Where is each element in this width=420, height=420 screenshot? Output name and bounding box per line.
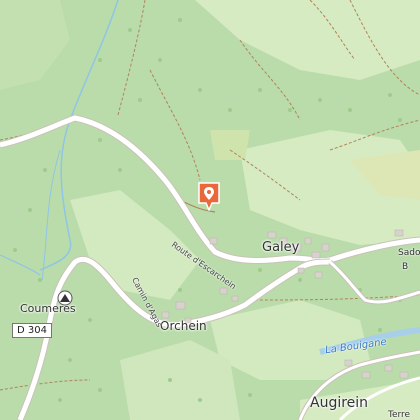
meadow-area	[195, 0, 420, 80]
place-label-sado: Sado	[398, 248, 420, 258]
place-label-augirein: Augirein	[310, 395, 369, 411]
place-label-orchein: Orchein	[160, 319, 207, 333]
place-label-galey: Galey	[262, 240, 300, 255]
meadow-area	[0, 0, 70, 90]
place-label-b: B	[402, 262, 409, 272]
map-pin-icon[interactable]	[197, 181, 221, 211]
stream	[0, 254, 41, 276]
map-canvas[interactable]: Galey Orchein Coumeres Augirein Sado B T…	[0, 0, 420, 420]
place-label-terre: Terre	[388, 410, 411, 420]
summit-icon	[57, 290, 73, 306]
scrub-area	[210, 130, 250, 160]
road-shield-d304: D 304	[12, 323, 52, 338]
